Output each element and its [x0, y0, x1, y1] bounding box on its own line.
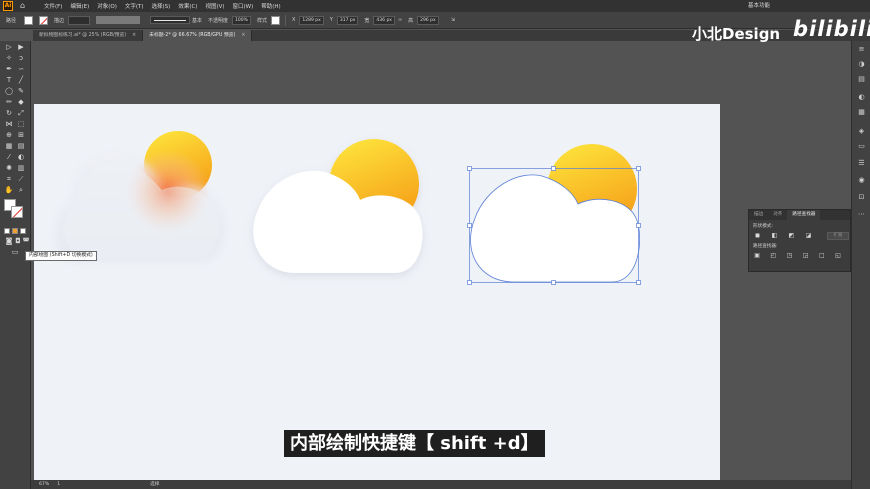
white-weather-icon[interactable]: [253, 139, 423, 273]
divide-icon[interactable]: ▣: [753, 252, 761, 260]
page-number[interactable]: 1: [57, 480, 60, 489]
bilibili-logo: bilibili: [793, 17, 870, 41]
pathfinder-icon[interactable]: ◉: [857, 176, 866, 185]
layers-icon[interactable]: ◈: [857, 127, 866, 136]
intersect-icon[interactable]: ◩: [787, 232, 796, 240]
appearance-icon[interactable]: ▦: [857, 108, 866, 117]
selected-weather-icon[interactable]: [467, 144, 641, 285]
tooltip: 内部绘图 (Shift+D 切换模式): [25, 251, 97, 261]
glass-weather-icon[interactable]: [54, 131, 226, 262]
outline-icon[interactable]: □: [818, 252, 826, 260]
transform-panel-icon[interactable]: ⊡: [857, 193, 866, 202]
minus-back-icon[interactable]: ◱: [834, 252, 842, 260]
pathfinders-label: 路径查找器:: [753, 244, 778, 249]
crop-icon[interactable]: ◲: [802, 252, 810, 260]
merge-icon[interactable]: ◳: [785, 252, 793, 260]
zoom-level[interactable]: 67%: [39, 480, 49, 489]
exclude-icon[interactable]: ◪: [804, 232, 813, 240]
trim-icon[interactable]: ◰: [769, 252, 777, 260]
stroke-panel-icon[interactable]: ⋯: [857, 210, 866, 219]
tab-pathfinder[interactable]: 路径查找器: [787, 210, 821, 220]
artboards-icon[interactable]: ▭: [857, 142, 866, 151]
artwork-canvas: [54, 131, 641, 285]
illustrator-window: Ai ⌂ 文件(F) 编辑(E) 对象(O) 文字(T) 选择(S) 效果(C)…: [0, 0, 870, 489]
unite-icon[interactable]: ◼: [753, 232, 762, 240]
video-subtitle: 内部绘制快捷键【 shift +d】: [284, 430, 545, 457]
pathfinders-row: ▣ ◰ ◳ ◲ □ ◱: [753, 252, 850, 260]
status-bar: 67% 1 选择: [31, 480, 851, 489]
properties-icon[interactable]: ≡: [857, 45, 866, 54]
align-icon[interactable]: ☰: [857, 159, 866, 168]
transparency-icon[interactable]: ◐: [857, 93, 866, 102]
right-dock: ≡ ◑ ▤ ◐ ▦ ◈ ▭ ☰ ◉ ⊡ ⋯: [851, 41, 870, 489]
tab-align[interactable]: 对齐: [768, 210, 787, 220]
shape-modes-row: ◼ ◧ ◩ ◪ 扩展: [753, 232, 850, 240]
pathfinder-panel: 描边 对齐 路径查找器 形状模式: ◼ ◧ ◩ ◪ 扩展 路径查找器: ▣ ◰ …: [748, 209, 851, 272]
current-tool-status: 选择: [150, 482, 160, 487]
panel-tabs: 描边 对齐 路径查找器: [749, 210, 850, 220]
creator-watermark: 小北Design: [692, 25, 781, 43]
color-guide-icon[interactable]: ◑: [857, 60, 866, 69]
minus-front-icon[interactable]: ◧: [770, 232, 779, 240]
libraries-icon[interactable]: ▤: [857, 75, 866, 84]
expand-button[interactable]: 扩展: [827, 232, 849, 240]
shape-modes-label: 形状模式:: [753, 224, 773, 229]
tab-stroke[interactable]: 描边: [749, 210, 768, 220]
